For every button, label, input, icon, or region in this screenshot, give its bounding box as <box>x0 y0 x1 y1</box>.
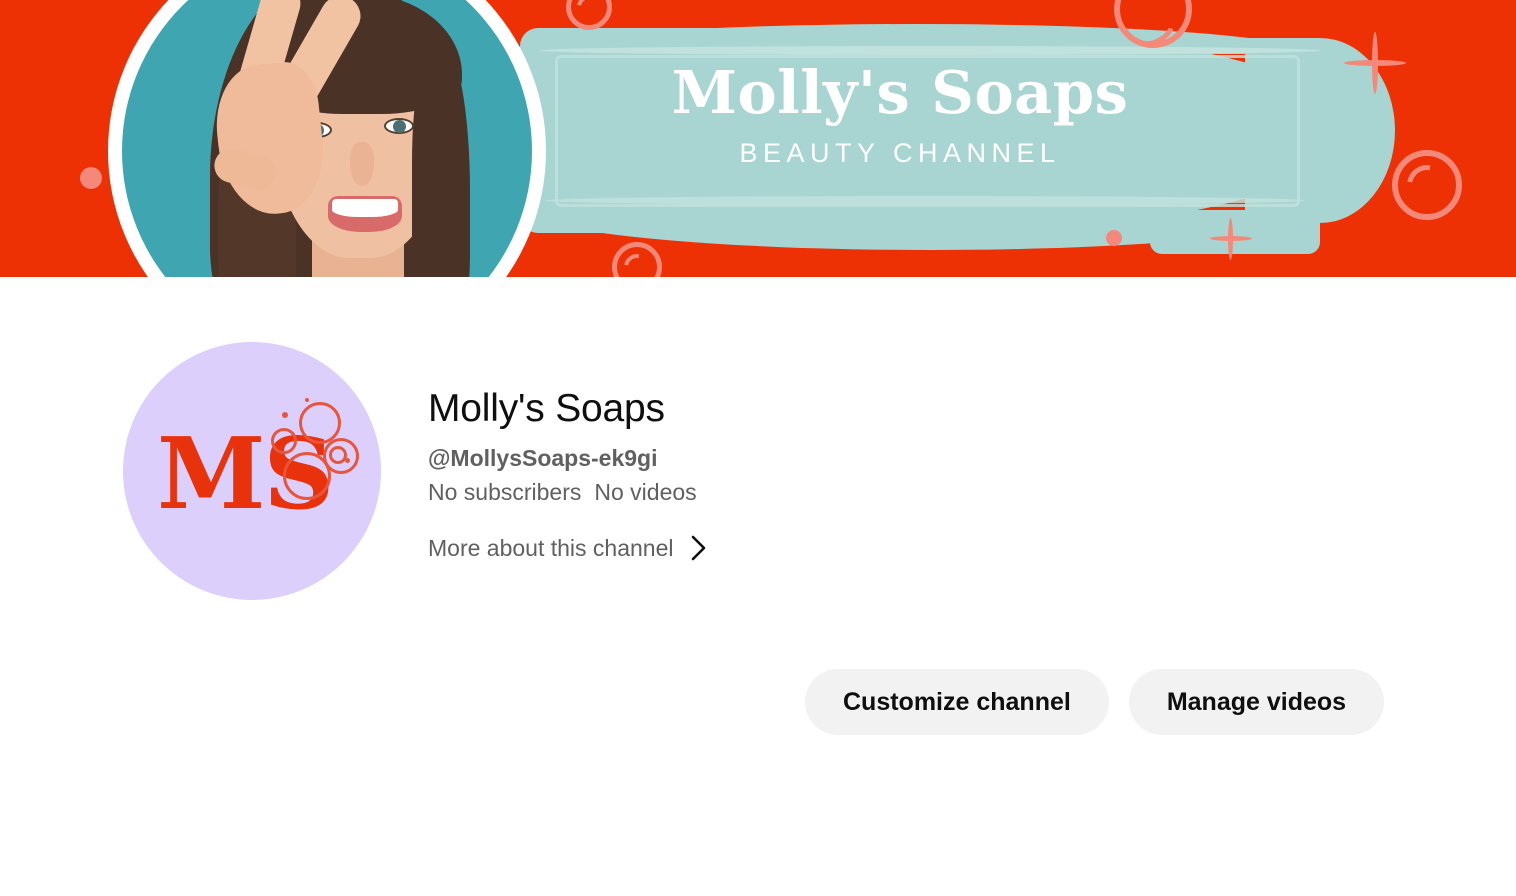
banner-soap-highlight-top <box>540 46 1320 55</box>
channel-action-buttons: Customize channel Manage videos <box>805 669 1385 735</box>
banner-portrait-photo <box>108 0 546 277</box>
channel-stats: No subscribers No videos <box>428 478 710 507</box>
video-count: No videos <box>594 479 697 506</box>
manage-videos-button[interactable]: Manage videos <box>1128 669 1385 735</box>
subscriber-count: No subscribers <box>428 479 582 506</box>
banner-title: Molly's Soaps <box>671 58 1129 127</box>
channel-info: Molly's Soaps @MollysSoaps-ek9gi No subs… <box>428 387 710 563</box>
channel-handle: @MollysSoaps-ek9gi <box>428 444 658 471</box>
banner-text-block: Molly's Soaps BEAUTY CHANNEL <box>520 62 1280 169</box>
page-title: Molly's Soaps <box>428 387 665 430</box>
bubble-icon <box>299 402 341 444</box>
sparkle-icon <box>1344 32 1406 94</box>
sparkle-icon <box>1210 218 1252 260</box>
bubble-icon <box>566 0 612 30</box>
bubble-icon <box>1392 150 1462 220</box>
bubble-dot <box>345 458 350 463</box>
bubble-icon <box>612 242 662 277</box>
decorative-dot <box>80 167 102 189</box>
more-about-channel-link[interactable]: More about this channel <box>428 533 710 563</box>
channel-avatar[interactable]: MS <box>123 342 381 600</box>
bubble-dot <box>282 412 288 418</box>
bubble-icon <box>271 428 297 454</box>
banner-subtitle: BEAUTY CHANNEL <box>739 137 1061 168</box>
decorative-dot <box>1106 230 1122 246</box>
customize-channel-button[interactable]: Customize channel <box>805 669 1109 735</box>
channel-banner[interactable]: Molly's Soaps BEAUTY CHANNEL <box>0 0 1516 277</box>
bubble-icon <box>283 452 331 500</box>
channel-header: MS Molly's Soaps @MollysSoaps-ek9gi No s… <box>0 277 1516 735</box>
bubble-dot <box>305 398 309 402</box>
more-about-channel-label: More about this channel <box>428 534 674 561</box>
chevron-right-icon <box>688 533 710 563</box>
